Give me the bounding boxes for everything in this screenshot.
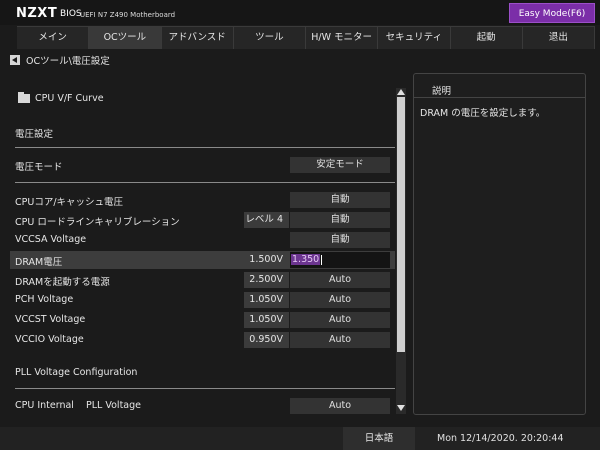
setting-value-button[interactable]: 自動 (290, 192, 390, 208)
setting-row-vccst-voltage[interactable]: VCCST Voltage 1.050V Auto (10, 311, 395, 329)
date-time: Mon 12/14/2020. 20:20:44 (437, 433, 564, 444)
brand-logo: NZXT (16, 6, 58, 21)
setting-row-cpu-core-cache-voltage[interactable]: CPUコア/キャッシュ電圧 自動 (10, 191, 395, 209)
editing-value: 1.350 (291, 254, 321, 265)
scrollbar[interactable] (396, 88, 406, 414)
tab-hw-monitor[interactable]: H/W モニター (306, 27, 379, 49)
setting-label: PCH Voltage (15, 294, 74, 305)
easy-mode-button[interactable]: Easy Mode(F6) (509, 3, 595, 23)
help-text: DRAM の電圧を設定します。 (420, 108, 546, 119)
status-bar: 日本語 Mon 12/14/2020. 20:20:44 (0, 427, 600, 450)
main-tabs: メイン OCツール アドバンスド ツール H/W モニター セキュリティ 起動 … (17, 26, 595, 49)
cpu-vf-curve-link[interactable]: CPU V/F Curve (18, 92, 104, 104)
tab-tools[interactable]: ツール (233, 27, 306, 49)
help-title: 説明 (432, 86, 452, 97)
setting-value-button[interactable]: Auto (290, 272, 390, 288)
section-pll-voltage-config: PLL Voltage Configuration (15, 367, 138, 378)
setting-value-button[interactable]: 自動 (290, 212, 390, 228)
setting-row-dram-voltage[interactable]: DRAM電圧 1.500V 1.350 (10, 251, 395, 269)
current-value: 1.500V (249, 254, 283, 265)
setting-value-button[interactable]: Auto (290, 398, 390, 414)
setting-value-button[interactable]: Auto (290, 292, 390, 308)
settings-panel: CPU V/F Curve 電圧設定 電圧モード 安定モード CPUコア/キャッ… (10, 75, 405, 415)
breadcrumb: OCツール\電圧設定 (10, 53, 110, 67)
text-cursor (321, 254, 323, 265)
divider (15, 182, 395, 183)
current-value: 0.950V (244, 332, 289, 348)
current-value: レベル 4 (244, 212, 289, 228)
setting-row-dram-boot-voltage[interactable]: DRAMを起動する電源 2.500V Auto (10, 271, 395, 289)
tab-security[interactable]: セキュリティ (378, 27, 451, 49)
breadcrumb-path: OCツール\電圧設定 (26, 56, 110, 67)
dram-voltage-input[interactable]: 1.350 (290, 252, 390, 268)
folder-icon (18, 92, 30, 103)
divider (15, 147, 395, 148)
setting-value-button[interactable]: 自動 (290, 232, 390, 248)
setting-row-pch-voltage[interactable]: PCH Voltage 1.050V Auto (10, 291, 395, 309)
divider (15, 388, 395, 389)
setting-row-vccsa-voltage[interactable]: VCCSA Voltage 自動 (10, 231, 395, 249)
tab-main[interactable]: メイン (17, 27, 90, 49)
brand-bios-label: BIOS (60, 9, 82, 19)
scroll-down-icon[interactable] (397, 405, 405, 411)
current-value: 1.050V (244, 292, 289, 308)
setting-label: DRAMを起動する電源 (15, 277, 110, 288)
motherboard-model: UEFI N7 Z490 Motherboard (80, 11, 176, 19)
top-bar: NZXT BIOS UEFI N7 Z490 Motherboard Easy … (0, 0, 600, 25)
setting-value-button[interactable]: Auto (290, 312, 390, 328)
tab-oc-tools[interactable]: OCツール (89, 27, 162, 49)
setting-label: 電圧モード (15, 162, 63, 173)
tab-exit[interactable]: 退出 (522, 27, 595, 49)
setting-label: CPUコア/キャッシュ電圧 (15, 197, 124, 208)
current-value: 2.500V (244, 272, 289, 288)
tab-boot[interactable]: 起動 (450, 27, 523, 49)
setting-row-cpu-llc[interactable]: CPU ロードラインキャリブレーション レベル 4 自動 (10, 211, 395, 229)
tab-advanced[interactable]: アドバンスド (161, 27, 234, 49)
setting-label: VCCIO Voltage (15, 334, 84, 345)
current-value: 1.050V (244, 312, 289, 328)
setting-value-button[interactable]: 安定モード (290, 157, 390, 173)
divider (414, 97, 585, 98)
setting-row-vccio-voltage[interactable]: VCCIO Voltage 0.950V Auto (10, 331, 395, 349)
setting-value-button[interactable]: Auto (290, 332, 390, 348)
language-button[interactable]: 日本語 (343, 427, 415, 450)
setting-label: VCCST Voltage (15, 314, 86, 325)
setting-label: CPU ロードラインキャリブレーション (15, 217, 180, 228)
setting-row-cpu-internal-pll[interactable]: CPU Internal PLL Voltage Auto (10, 397, 395, 415)
setting-row-voltage-mode[interactable]: 電圧モード 安定モード (10, 156, 395, 174)
back-arrow-icon[interactable] (10, 55, 20, 65)
section-voltage-settings: 電圧設定 (15, 129, 54, 140)
help-panel: 説明 DRAM の電圧を設定します。 (413, 73, 586, 415)
setting-label: VCCSA Voltage (15, 234, 87, 245)
setting-label: DRAM電圧 (15, 257, 63, 268)
cpu-vf-curve-label: CPU V/F Curve (35, 93, 104, 104)
scroll-up-icon[interactable] (397, 89, 405, 95)
scrollbar-thumb[interactable] (397, 97, 405, 352)
setting-label: CPU Internal PLL Voltage (15, 400, 141, 411)
